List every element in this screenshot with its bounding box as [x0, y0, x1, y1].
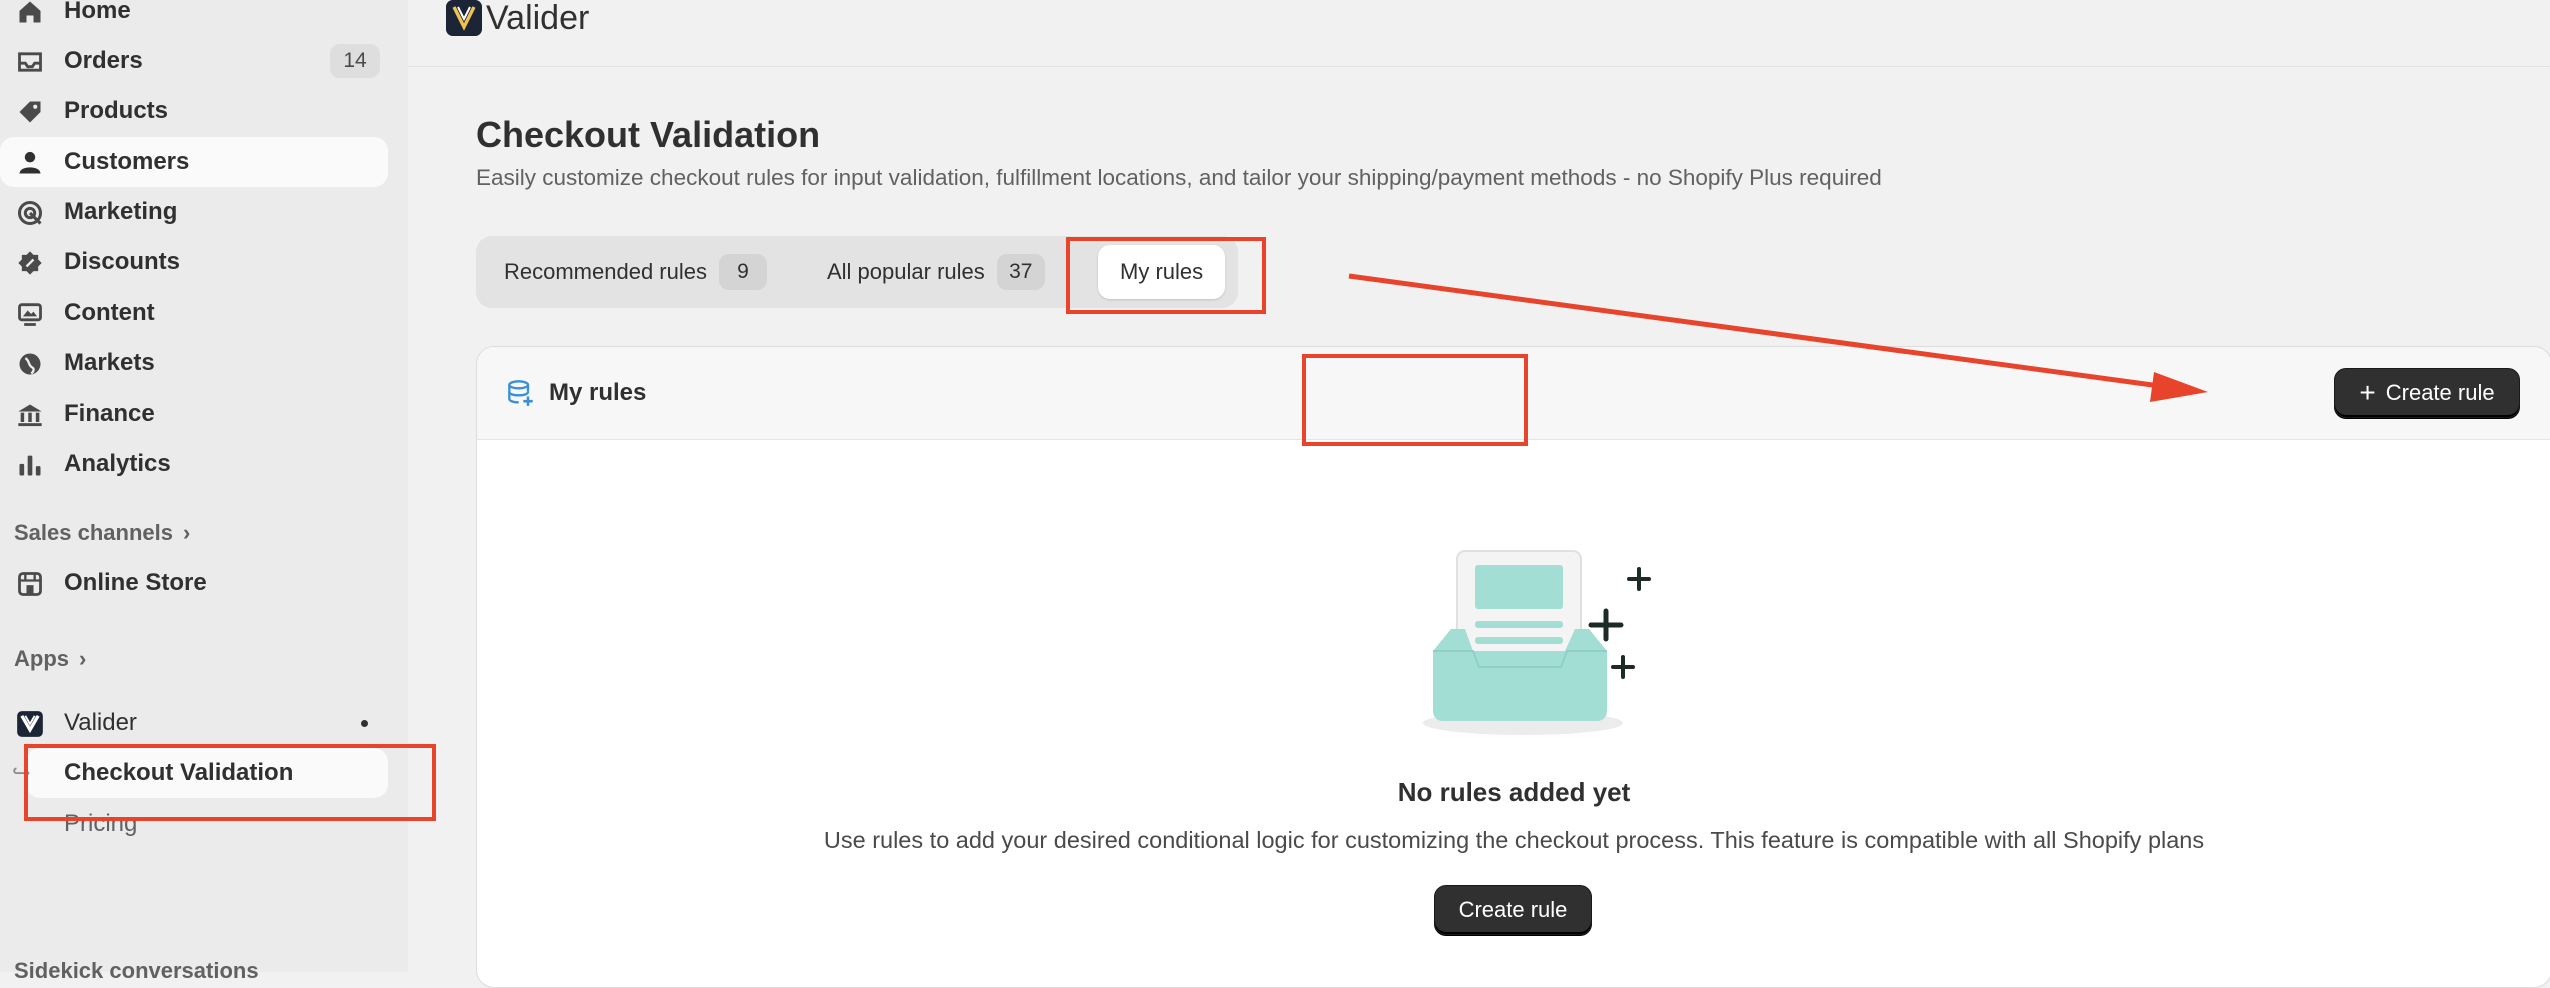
app-topbar: Valider: [408, 0, 2550, 67]
tab-count-badge: 9: [718, 254, 767, 290]
tab-count-badge: 37: [996, 254, 1045, 290]
create-rule-button[interactable]: + Create rule: [2334, 368, 2520, 418]
orders-count-badge: 14: [330, 44, 380, 78]
valider-logo-icon: [17, 711, 43, 737]
plus-icon: +: [2359, 377, 2376, 408]
person-icon: [19, 151, 41, 174]
card-title: My rules: [549, 379, 647, 406]
sidebar-item-finance[interactable]: Finance: [0, 389, 388, 439]
sidebar-item-label: Home: [64, 0, 131, 24]
content-icon: [18, 303, 42, 326]
sidebar-item-label: Analytics: [64, 450, 171, 477]
bar-chart-icon: [19, 455, 41, 476]
sidebar-item-home[interactable]: Home: [0, 0, 388, 36]
bank-icon: [18, 404, 42, 427]
sidebar-item-label: Finance: [64, 400, 155, 427]
valider-logo-icon: [446, 0, 482, 36]
create-rule-label: Create rule: [1458, 897, 1568, 922]
sidebar-item-label: Products: [64, 97, 169, 124]
globe-icon: [19, 353, 41, 375]
unread-dot: [361, 720, 368, 727]
page-title: Checkout Validation: [476, 114, 821, 155]
sidebar-item-label: Discounts: [64, 248, 181, 275]
tab-all-popular-rules[interactable]: All popular rules 37: [827, 248, 1045, 296]
tab-label: All popular rules: [827, 259, 985, 284]
sidebar-item-label: Content: [64, 299, 155, 326]
sidebar-item-online-store[interactable]: Online Store: [0, 558, 388, 608]
database-add-icon: [508, 380, 533, 406]
chevron-right-icon: ›: [79, 646, 87, 671]
sidebar-item-markets[interactable]: Markets: [0, 338, 388, 388]
sidebar-item-analytics[interactable]: Analytics: [0, 439, 388, 489]
target-icon: [17, 200, 43, 226]
annotation-box-my-rules-tab: [1066, 237, 1266, 314]
chevron-right-icon: ›: [182, 520, 191, 545]
empty-state-description: Use rules to add your desired conditiona…: [823, 827, 2205, 853]
page-subtitle: Easily customize checkout rules for inpu…: [476, 165, 1882, 190]
sidebar-item-marketing[interactable]: Marketing: [0, 187, 388, 237]
empty-state-title: No rules added yet: [1397, 777, 1631, 807]
apps-header[interactable]: Apps ›: [14, 646, 86, 672]
sidekick-conversations-header[interactable]: Sidekick conversations: [14, 958, 259, 984]
sidebar-item-products[interactable]: Products: [0, 86, 388, 136]
sidebar-item-content[interactable]: Content: [0, 288, 388, 338]
apps-label: Apps: [14, 646, 69, 671]
sidebar-item-label: Orders: [64, 47, 143, 74]
sidebar-item-label: Valider: [64, 709, 137, 736]
sales-channels-label: Sales channels: [14, 520, 173, 545]
sales-channels-header[interactable]: Sales channels ›: [14, 520, 190, 546]
inbox-icon: [18, 52, 42, 72]
sidebar-item-valider-app[interactable]: Valider: [0, 698, 388, 748]
tab-label: Recommended rules: [504, 259, 707, 284]
sidebar-item-discounts[interactable]: Discounts: [0, 237, 388, 287]
sidebar-item-label: Online Store: [64, 569, 207, 596]
sidebar-item-label: Customers: [64, 148, 190, 175]
sidebar-item-orders[interactable]: Orders 14: [0, 36, 388, 86]
app-title: Valider: [486, 0, 590, 37]
sidebar-item-label: Marketing: [64, 198, 178, 225]
sidebar: Home Orders 14 Products Customers Market…: [0, 0, 408, 983]
empty-inbox-illustration: [1423, 550, 1651, 735]
store-icon: [18, 572, 42, 596]
home-icon: [19, 1, 41, 23]
tab-recommended-rules[interactable]: Recommended rules 9: [504, 248, 767, 296]
sidebar-item-customers[interactable]: Customers: [0, 137, 388, 187]
annotation-box-checkout-validation: [24, 744, 436, 821]
empty-create-rule-button[interactable]: Create rule: [1434, 885, 1592, 935]
discount-icon: [18, 251, 42, 275]
sidebar-item-label: Markets: [64, 349, 155, 376]
create-rule-label: Create rule: [2385, 380, 2495, 405]
annotation-box-create-rule-button: [1302, 354, 1528, 446]
tag-icon: [19, 101, 41, 123]
